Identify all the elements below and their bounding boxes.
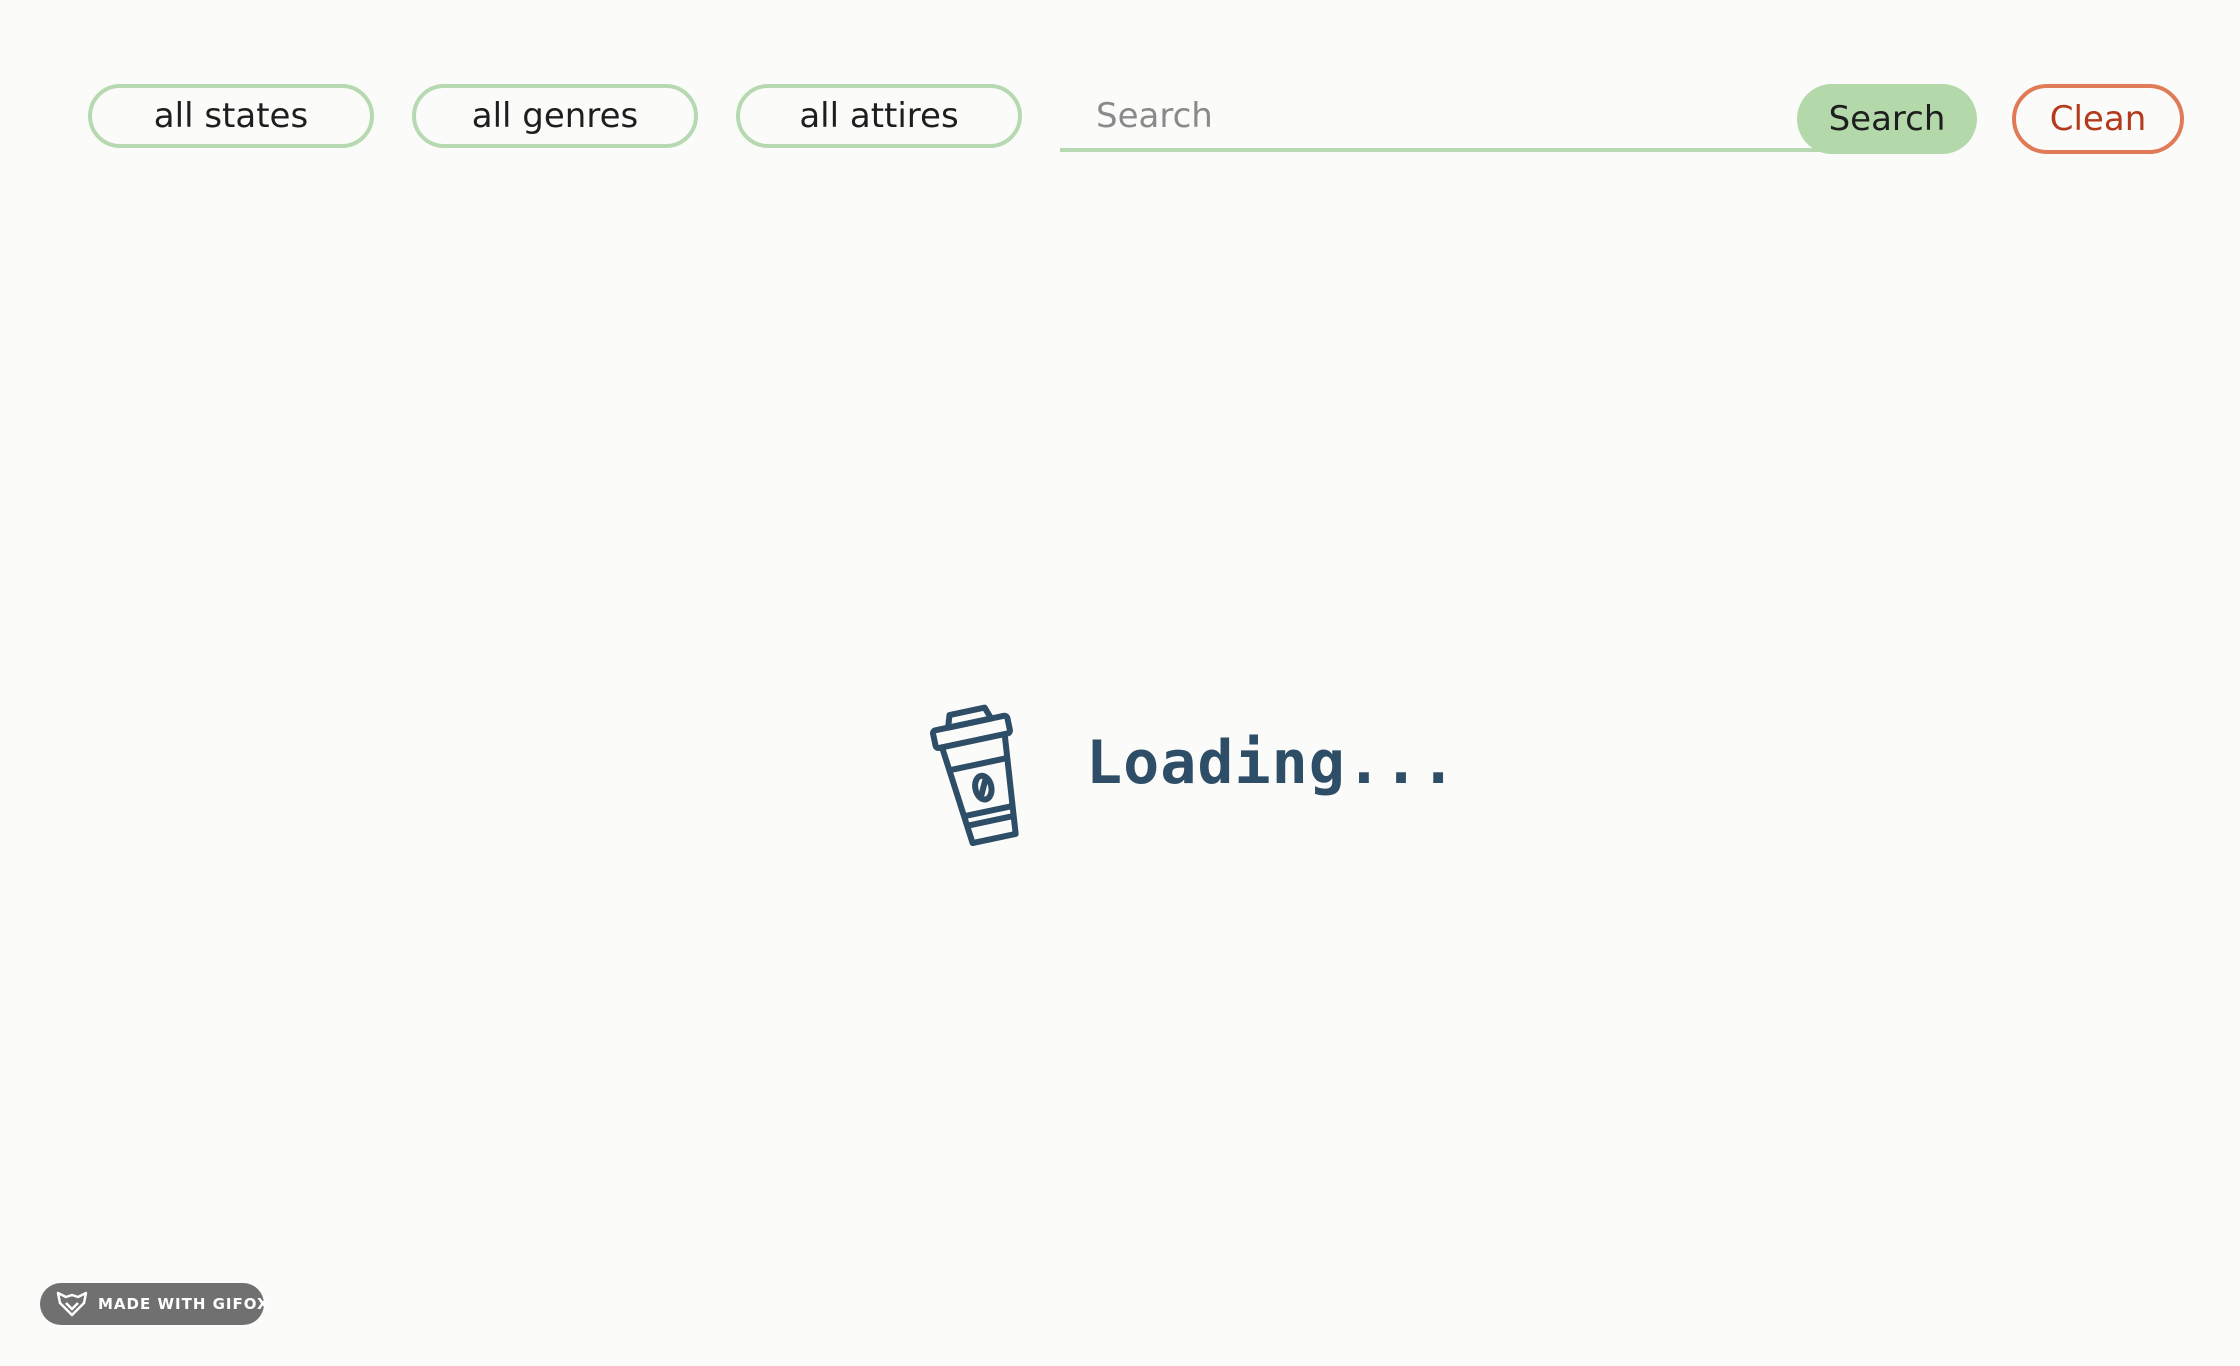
fox-icon — [56, 1291, 88, 1317]
loading-indicator: Loading... — [920, 692, 1456, 852]
state-filter-select[interactable]: all states — [88, 84, 374, 148]
gifox-label: MADE WITH GIFOX — [98, 1295, 270, 1313]
gifox-badge: MADE WITH GIFOX — [40, 1283, 269, 1325]
attire-filter-select[interactable]: all attires — [736, 84, 1022, 148]
genre-filter-select[interactable]: all genres — [412, 84, 698, 148]
search-field — [1060, 84, 1840, 152]
search-input[interactable] — [1060, 84, 1840, 148]
clean-button[interactable]: Clean — [2012, 84, 2184, 154]
coffee-cup-icon — [929, 704, 1019, 847]
loading-text: Loading... — [1086, 728, 1458, 798]
search-button[interactable]: Search — [1797, 84, 1977, 154]
